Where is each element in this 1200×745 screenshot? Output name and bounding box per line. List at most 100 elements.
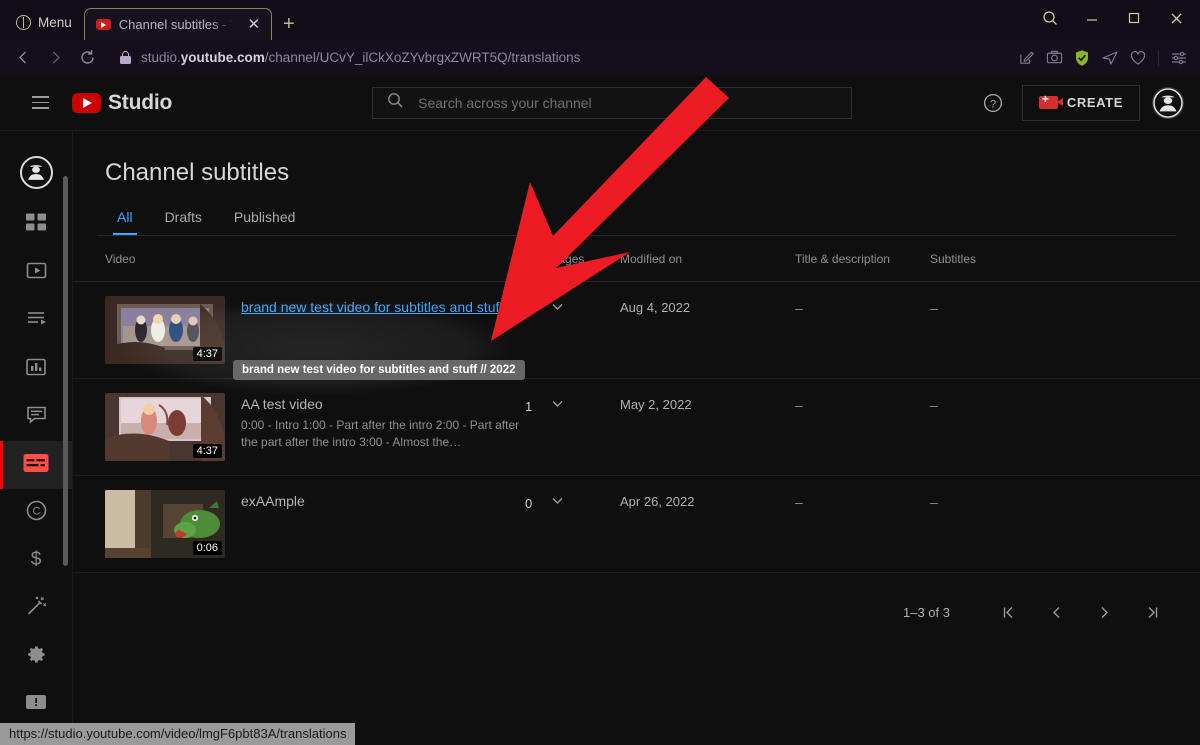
avatar-icon: [19, 155, 53, 189]
tab-title: Channel subtitles - YouTub: [118, 17, 237, 32]
pagination-last-button[interactable]: [1128, 595, 1176, 629]
window-close-button[interactable]: [1156, 2, 1196, 34]
tab-close-icon[interactable]: ✕: [245, 16, 263, 34]
youtube-favicon-icon: [95, 19, 111, 30]
create-button-label: CREATE: [1066, 95, 1123, 110]
subtitles-cell: –: [930, 300, 938, 316]
pagination-prev-button[interactable]: [1032, 595, 1080, 629]
subtitles-cell: –: [930, 494, 938, 510]
menu-label: Menu: [38, 14, 72, 30]
youtube-studio-app: Studio Search across your channel ? CREA…: [0, 75, 1200, 745]
chevron-down-icon[interactable]: [550, 396, 565, 416]
title-description-cell: –: [795, 494, 803, 510]
window-minimize-button[interactable]: [1072, 2, 1112, 34]
browser-navbar: studio.youtube.com/channel/UCvY_ilCkXoZY…: [0, 40, 1200, 75]
bar-chart-icon: [25, 356, 47, 383]
browser-window: Menu Channel subtitles - YouTub ✕ +: [0, 0, 1200, 745]
sidebar-item-copyright[interactable]: C: [0, 489, 72, 537]
video-title-tooltip: brand new test video for subtitles and s…: [233, 360, 525, 380]
tab-drafts[interactable]: Drafts: [149, 209, 218, 235]
toolbar-divider: [1158, 49, 1159, 66]
video-thumbnail[interactable]: 4:37: [105, 296, 225, 364]
create-button[interactable]: CREATE: [1021, 84, 1140, 121]
pagination-next-button[interactable]: [1080, 595, 1128, 629]
video-duration: 4:37: [192, 444, 222, 458]
studio-logo-text: Studio: [108, 90, 173, 114]
shield-check-icon[interactable]: [1069, 45, 1095, 71]
sidebar-item-dashboard[interactable]: [0, 201, 72, 249]
studio-header: Studio Search across your channel ? CREA…: [0, 75, 1200, 131]
video-meta: exAAmple: [241, 490, 525, 509]
page-title: Channel subtitles: [105, 159, 290, 186]
back-button[interactable]: [8, 44, 38, 72]
sidebar-item-send-feedback[interactable]: [0, 681, 72, 729]
youtube-play-icon: [72, 92, 101, 113]
window-search-icon[interactable]: [1030, 2, 1070, 34]
video-title-link[interactable]: AA test video: [241, 396, 525, 412]
sidebar-item-channel-avatar[interactable]: [0, 143, 72, 201]
chevron-down-icon[interactable]: [550, 299, 565, 319]
window-maximize-button[interactable]: [1114, 2, 1154, 34]
chevron-down-icon[interactable]: [550, 493, 565, 513]
modified-on-cell: Apr 26, 2022: [620, 494, 695, 509]
dollar-icon: $: [25, 548, 47, 575]
table-row[interactable]: 4:37 AA test video 0:00 - Intro 1:00 - P…: [73, 379, 1200, 476]
account-avatar[interactable]: [1152, 86, 1184, 119]
video-meta: AA test video 0:00 - Intro 1:00 - Part a…: [241, 393, 525, 451]
help-icon[interactable]: ?: [976, 86, 1010, 120]
edit-page-icon[interactable]: [1013, 45, 1039, 71]
video-camera-plus-icon: [1038, 93, 1063, 109]
video-duration: 4:37: [192, 347, 222, 361]
video-icon: [25, 259, 48, 287]
sidebar-item-subtitles[interactable]: [0, 441, 72, 489]
title-description-cell: –: [795, 397, 803, 413]
sidebar-item-earn[interactable]: $: [0, 537, 72, 585]
languages-cell[interactable]: 0: [525, 490, 620, 513]
address-bar[interactable]: studio.youtube.com/channel/UCvY_ilCkXoZY…: [108, 45, 1007, 71]
search-icon: [387, 92, 404, 114]
sidebar-item-comments[interactable]: [0, 393, 72, 441]
sidebar-item-customization[interactable]: [0, 585, 72, 633]
video-thumbnail[interactable]: 0:06: [105, 490, 225, 558]
panel-settings-icon[interactable]: [1166, 45, 1192, 71]
studio-logo[interactable]: Studio: [72, 91, 172, 115]
sidebar-item-content[interactable]: [0, 249, 72, 297]
search-input[interactable]: Search across your channel: [372, 86, 853, 119]
tab-published[interactable]: Published: [218, 209, 312, 235]
column-header-languages: Languages: [525, 251, 585, 266]
paper-plane-icon[interactable]: [1097, 45, 1123, 71]
video-thumbnail[interactable]: 4:37: [105, 393, 225, 461]
sidebar-item-analytics[interactable]: [0, 345, 72, 393]
new-tab-button[interactable]: +: [272, 8, 306, 40]
lock-icon: [120, 51, 131, 64]
browser-tab-active[interactable]: Channel subtitles - YouTub ✕: [83, 8, 272, 40]
languages-count: 1: [525, 301, 533, 317]
languages-cell[interactable]: 1: [525, 393, 620, 416]
sidebar-item-playlists[interactable]: [0, 297, 72, 345]
vivaldi-menu-button[interactable]: Menu: [10, 8, 78, 36]
pagination-first-button[interactable]: [984, 595, 1032, 629]
pagination: 1–3 of 3: [73, 573, 1200, 629]
pagination-range: 1–3 of 3: [903, 604, 950, 620]
video-title-link[interactable]: exAAmple: [241, 493, 525, 509]
video-title-link[interactable]: brand new test video for subtitles and s…: [241, 299, 525, 315]
status-bar-link-preview: https://studio.youtube.com/video/lmgF6pb…: [0, 723, 356, 745]
subtitles-cell: –: [930, 397, 938, 413]
sidebar-scrollbar[interactable]: [63, 176, 68, 566]
table-row[interactable]: 0:06 exAAmple 0 Apr 26, 2022 – –: [73, 476, 1200, 573]
sidebar-item-settings[interactable]: [0, 633, 72, 681]
forward-button[interactable]: [40, 44, 70, 72]
camera-icon[interactable]: [1041, 45, 1067, 71]
modified-on-cell: Aug 4, 2022: [620, 300, 691, 315]
subtitles-icon: [23, 453, 49, 478]
address-bar-url: studio.youtube.com/channel/UCvY_ilCkXoZY…: [141, 50, 581, 65]
video-duration: 0:06: [192, 541, 222, 555]
tab-all[interactable]: All: [101, 209, 149, 235]
title-description-cell: –: [795, 300, 803, 316]
hamburger-menu-icon[interactable]: [16, 83, 64, 123]
studio-body: C $ Channel subtitles All Drafts Publish…: [0, 131, 1200, 745]
heart-icon[interactable]: [1125, 45, 1151, 71]
copyright-icon: C: [25, 499, 48, 527]
languages-cell[interactable]: 1: [525, 296, 620, 319]
reload-button[interactable]: [72, 44, 102, 72]
